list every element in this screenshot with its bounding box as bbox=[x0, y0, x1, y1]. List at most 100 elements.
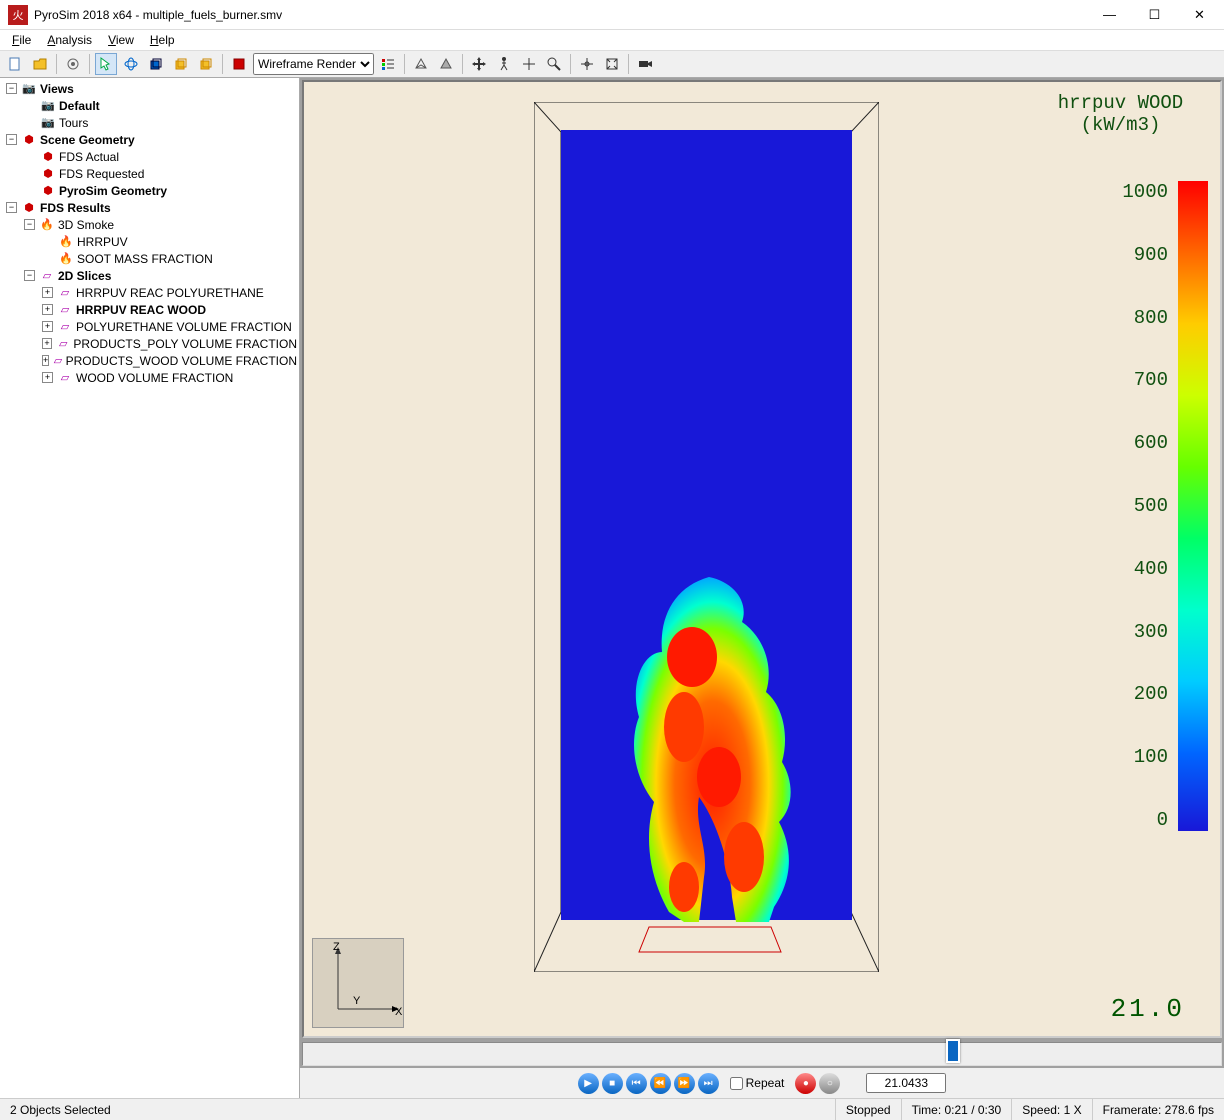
settings-button[interactable] bbox=[62, 53, 84, 75]
open-button[interactable] bbox=[29, 53, 51, 75]
tree-node-scene-geometry[interactable]: −⬢Scene Geometry bbox=[2, 131, 297, 148]
collapse-icon[interactable]: − bbox=[6, 202, 17, 213]
tree-node-pyrosim-geometry[interactable]: ⬢PyroSim Geometry bbox=[2, 182, 297, 199]
pointer-tool[interactable] bbox=[95, 53, 117, 75]
geometry-icon: ⬢ bbox=[40, 167, 56, 180]
stop-button[interactable]: ■ bbox=[602, 1073, 623, 1094]
expand-icon[interactable]: + bbox=[42, 338, 52, 349]
target-tool[interactable] bbox=[576, 53, 598, 75]
render-mode-select[interactable]: Wireframe Render bbox=[253, 53, 374, 75]
record-button[interactable]: ● bbox=[795, 1073, 816, 1094]
geometry-icon: ⬢ bbox=[21, 201, 37, 214]
collapse-icon[interactable]: − bbox=[24, 270, 35, 281]
menubar: File Analysis View Help bbox=[0, 30, 1224, 50]
expand-icon[interactable]: + bbox=[42, 287, 53, 298]
minimize-button[interactable]: — bbox=[1087, 0, 1132, 29]
expand-icon[interactable]: + bbox=[42, 372, 53, 383]
forward-button[interactable]: ⏩ bbox=[674, 1073, 695, 1094]
tree-node-3d-smoke[interactable]: −🔥3D Smoke bbox=[2, 216, 297, 233]
play-button[interactable]: ▶ bbox=[578, 1073, 599, 1094]
axis-widget[interactable]: fill="#333"/> Z Y X bbox=[312, 938, 404, 1028]
tree-node-tours[interactable]: 📷Tours bbox=[2, 114, 297, 131]
expand-icon[interactable]: + bbox=[42, 321, 53, 332]
slice-icon: ▱ bbox=[56, 337, 70, 350]
tree-node-soot[interactable]: 🔥SOOT MASS FRACTION bbox=[2, 250, 297, 267]
shaded-toggle[interactable] bbox=[435, 53, 457, 75]
cross-tool[interactable] bbox=[518, 53, 540, 75]
slice-icon: ▱ bbox=[57, 303, 73, 316]
first-button[interactable]: ⏮ bbox=[626, 1073, 647, 1094]
menu-help[interactable]: Help bbox=[142, 31, 183, 49]
repeat-toggle[interactable]: Repeat bbox=[730, 1076, 785, 1090]
axis-z-label: Z bbox=[333, 941, 340, 953]
colorbar-label-1: hrrpuv WOOD bbox=[1033, 92, 1208, 114]
rewind-button[interactable]: ⏪ bbox=[650, 1073, 671, 1094]
box-tool[interactable] bbox=[145, 53, 167, 75]
menu-analysis[interactable]: Analysis bbox=[39, 31, 100, 49]
box-tool-2[interactable] bbox=[170, 53, 192, 75]
app-icon: 火 bbox=[8, 5, 28, 25]
colorbar-tick: 400 bbox=[1033, 558, 1168, 580]
slice-icon: ▱ bbox=[57, 286, 73, 299]
camera-tool[interactable] bbox=[634, 53, 656, 75]
expand-icon[interactable]: + bbox=[42, 304, 53, 315]
render-mode-icon[interactable] bbox=[228, 53, 250, 75]
tree-node-slice-1[interactable]: +▱HRRPUV REAC POLYURETHANE bbox=[2, 284, 297, 301]
colorbar-tick: 800 bbox=[1033, 307, 1168, 329]
axis-x-label: X bbox=[395, 1006, 402, 1018]
last-button[interactable]: ⏭ bbox=[698, 1073, 719, 1094]
new-button[interactable] bbox=[4, 53, 26, 75]
walk-tool[interactable] bbox=[493, 53, 515, 75]
expand-icon[interactable]: + bbox=[42, 355, 49, 366]
tree-node-slice-3[interactable]: +▱POLYURETHANE VOLUME FRACTION bbox=[2, 318, 297, 335]
toolbar: Wireframe Render bbox=[0, 50, 1224, 78]
camera-icon: 📷 bbox=[21, 82, 37, 95]
zoom-tool[interactable] bbox=[543, 53, 565, 75]
statusbar: 2 Objects Selected Stopped Time: 0:21 / … bbox=[0, 1098, 1224, 1120]
timeline-thumb[interactable] bbox=[946, 1039, 960, 1063]
status-time: Time: 0:21 / 0:30 bbox=[901, 1099, 1012, 1120]
box-tool-3[interactable] bbox=[195, 53, 217, 75]
wireframe-toggle[interactable] bbox=[410, 53, 432, 75]
colorbar-tick: 0 bbox=[1033, 809, 1168, 831]
tree-node-slice-2[interactable]: +▱HRRPUV REAC WOOD bbox=[2, 301, 297, 318]
fit-tool[interactable] bbox=[601, 53, 623, 75]
collapse-icon[interactable]: − bbox=[6, 134, 17, 145]
snapshot-button[interactable]: ○ bbox=[819, 1073, 840, 1094]
geometry-icon: ⬢ bbox=[21, 133, 37, 146]
main-area: −📷Views 📷Default 📷Tours −⬢Scene Geometry… bbox=[0, 78, 1224, 1098]
window-controls: — ☐ ✕ bbox=[1087, 0, 1222, 29]
viewport-wrap: hrrpuv WOOD (kW/m3) 10009008007006005004… bbox=[300, 78, 1224, 1098]
colorbar-tick: 200 bbox=[1033, 683, 1168, 705]
close-button[interactable]: ✕ bbox=[1177, 0, 1222, 29]
colorbar-label-2: (kW/m3) bbox=[1033, 114, 1208, 136]
tree-node-slice-4[interactable]: +▱PRODUCTS_POLY VOLUME FRACTION bbox=[2, 335, 297, 352]
tree-node-fds-results[interactable]: −⬢FDS Results bbox=[2, 199, 297, 216]
legend-toggle[interactable] bbox=[377, 53, 399, 75]
menu-file[interactable]: File bbox=[4, 31, 39, 49]
tree-node-fds-actual[interactable]: ⬢FDS Actual bbox=[2, 148, 297, 165]
orbit-tool[interactable] bbox=[120, 53, 142, 75]
camera-icon: 📷 bbox=[40, 99, 56, 112]
tree-node-default[interactable]: 📷Default bbox=[2, 97, 297, 114]
viewport-3d[interactable]: hrrpuv WOOD (kW/m3) 10009008007006005004… bbox=[302, 80, 1222, 1038]
flame-contour bbox=[614, 577, 814, 922]
collapse-icon[interactable]: − bbox=[24, 219, 35, 230]
tree-node-slice-6[interactable]: +▱WOOD VOLUME FRACTION bbox=[2, 369, 297, 386]
time-display: 21.0 bbox=[1111, 994, 1185, 1024]
tree-node-2d-slices[interactable]: −▱2D Slices bbox=[2, 267, 297, 284]
time-input[interactable] bbox=[866, 1073, 946, 1093]
window-title: PyroSim 2018 x64 - multiple_fuels_burner… bbox=[34, 8, 1087, 22]
collapse-icon[interactable]: − bbox=[6, 83, 17, 94]
tree-node-views[interactable]: −📷Views bbox=[2, 80, 297, 97]
colorbar-tick: 1000 bbox=[1033, 181, 1168, 203]
maximize-button[interactable]: ☐ bbox=[1132, 0, 1177, 29]
menu-view[interactable]: View bbox=[100, 31, 142, 49]
move-tool[interactable] bbox=[468, 53, 490, 75]
repeat-checkbox[interactable] bbox=[730, 1077, 743, 1090]
tree-node-slice-5[interactable]: +▱PRODUCTS_WOOD VOLUME FRACTION bbox=[2, 352, 297, 369]
geometry-icon: ⬢ bbox=[40, 184, 56, 197]
tree-node-hrrpuv[interactable]: 🔥HRRPUV bbox=[2, 233, 297, 250]
timeline-slider[interactable] bbox=[302, 1042, 1222, 1066]
tree-node-fds-requested[interactable]: ⬢FDS Requested bbox=[2, 165, 297, 182]
